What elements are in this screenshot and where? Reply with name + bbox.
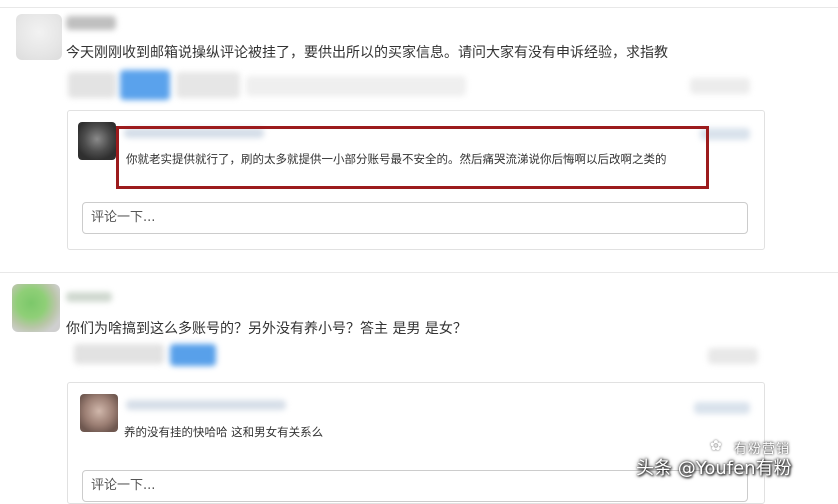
blurred-timestamp — [708, 348, 758, 364]
comment-text: 你们为啥搞到这么多账号的？另外没有养小号？答主 是男 是女？ — [66, 321, 467, 337]
wechat-icon: ✿ — [710, 438, 722, 454]
blurred-meta — [176, 72, 240, 98]
blurred-meta — [74, 344, 164, 364]
blurred-username[interactable] — [66, 292, 112, 302]
reply-text: 养的没有挂的快哈哈 这和男女有关系么 — [124, 425, 324, 439]
user-avatar[interactable] — [16, 14, 62, 60]
blurred-meta — [246, 76, 466, 96]
comment-input[interactable]: 评论一下... — [82, 202, 748, 234]
blurred-reply-meta — [694, 402, 750, 414]
comment-text: 今天刚刚收到邮箱说操纵评论被挂了，要供出所以的买家信息。请问大家有没有申诉经验，… — [66, 45, 668, 61]
thread-divider — [0, 272, 838, 273]
user-avatar[interactable] — [12, 284, 60, 332]
blurred-reply-username[interactable] — [126, 400, 286, 410]
reply-avatar[interactable] — [80, 394, 118, 432]
blurred-timestamp — [690, 78, 750, 94]
reply-avatar[interactable] — [78, 122, 116, 160]
blurred-username[interactable] — [66, 16, 116, 30]
top-divider — [0, 7, 838, 8]
blurred-action-button[interactable] — [120, 70, 170, 100]
blurred-action-button[interactable] — [170, 344, 216, 366]
highlight-box — [116, 126, 709, 189]
watermark: ✿ 有粉营销 头条 @Youfen有粉 — [636, 436, 838, 486]
blurred-meta — [68, 72, 116, 98]
watermark-text: 头条 @Youfen有粉 — [636, 458, 792, 479]
